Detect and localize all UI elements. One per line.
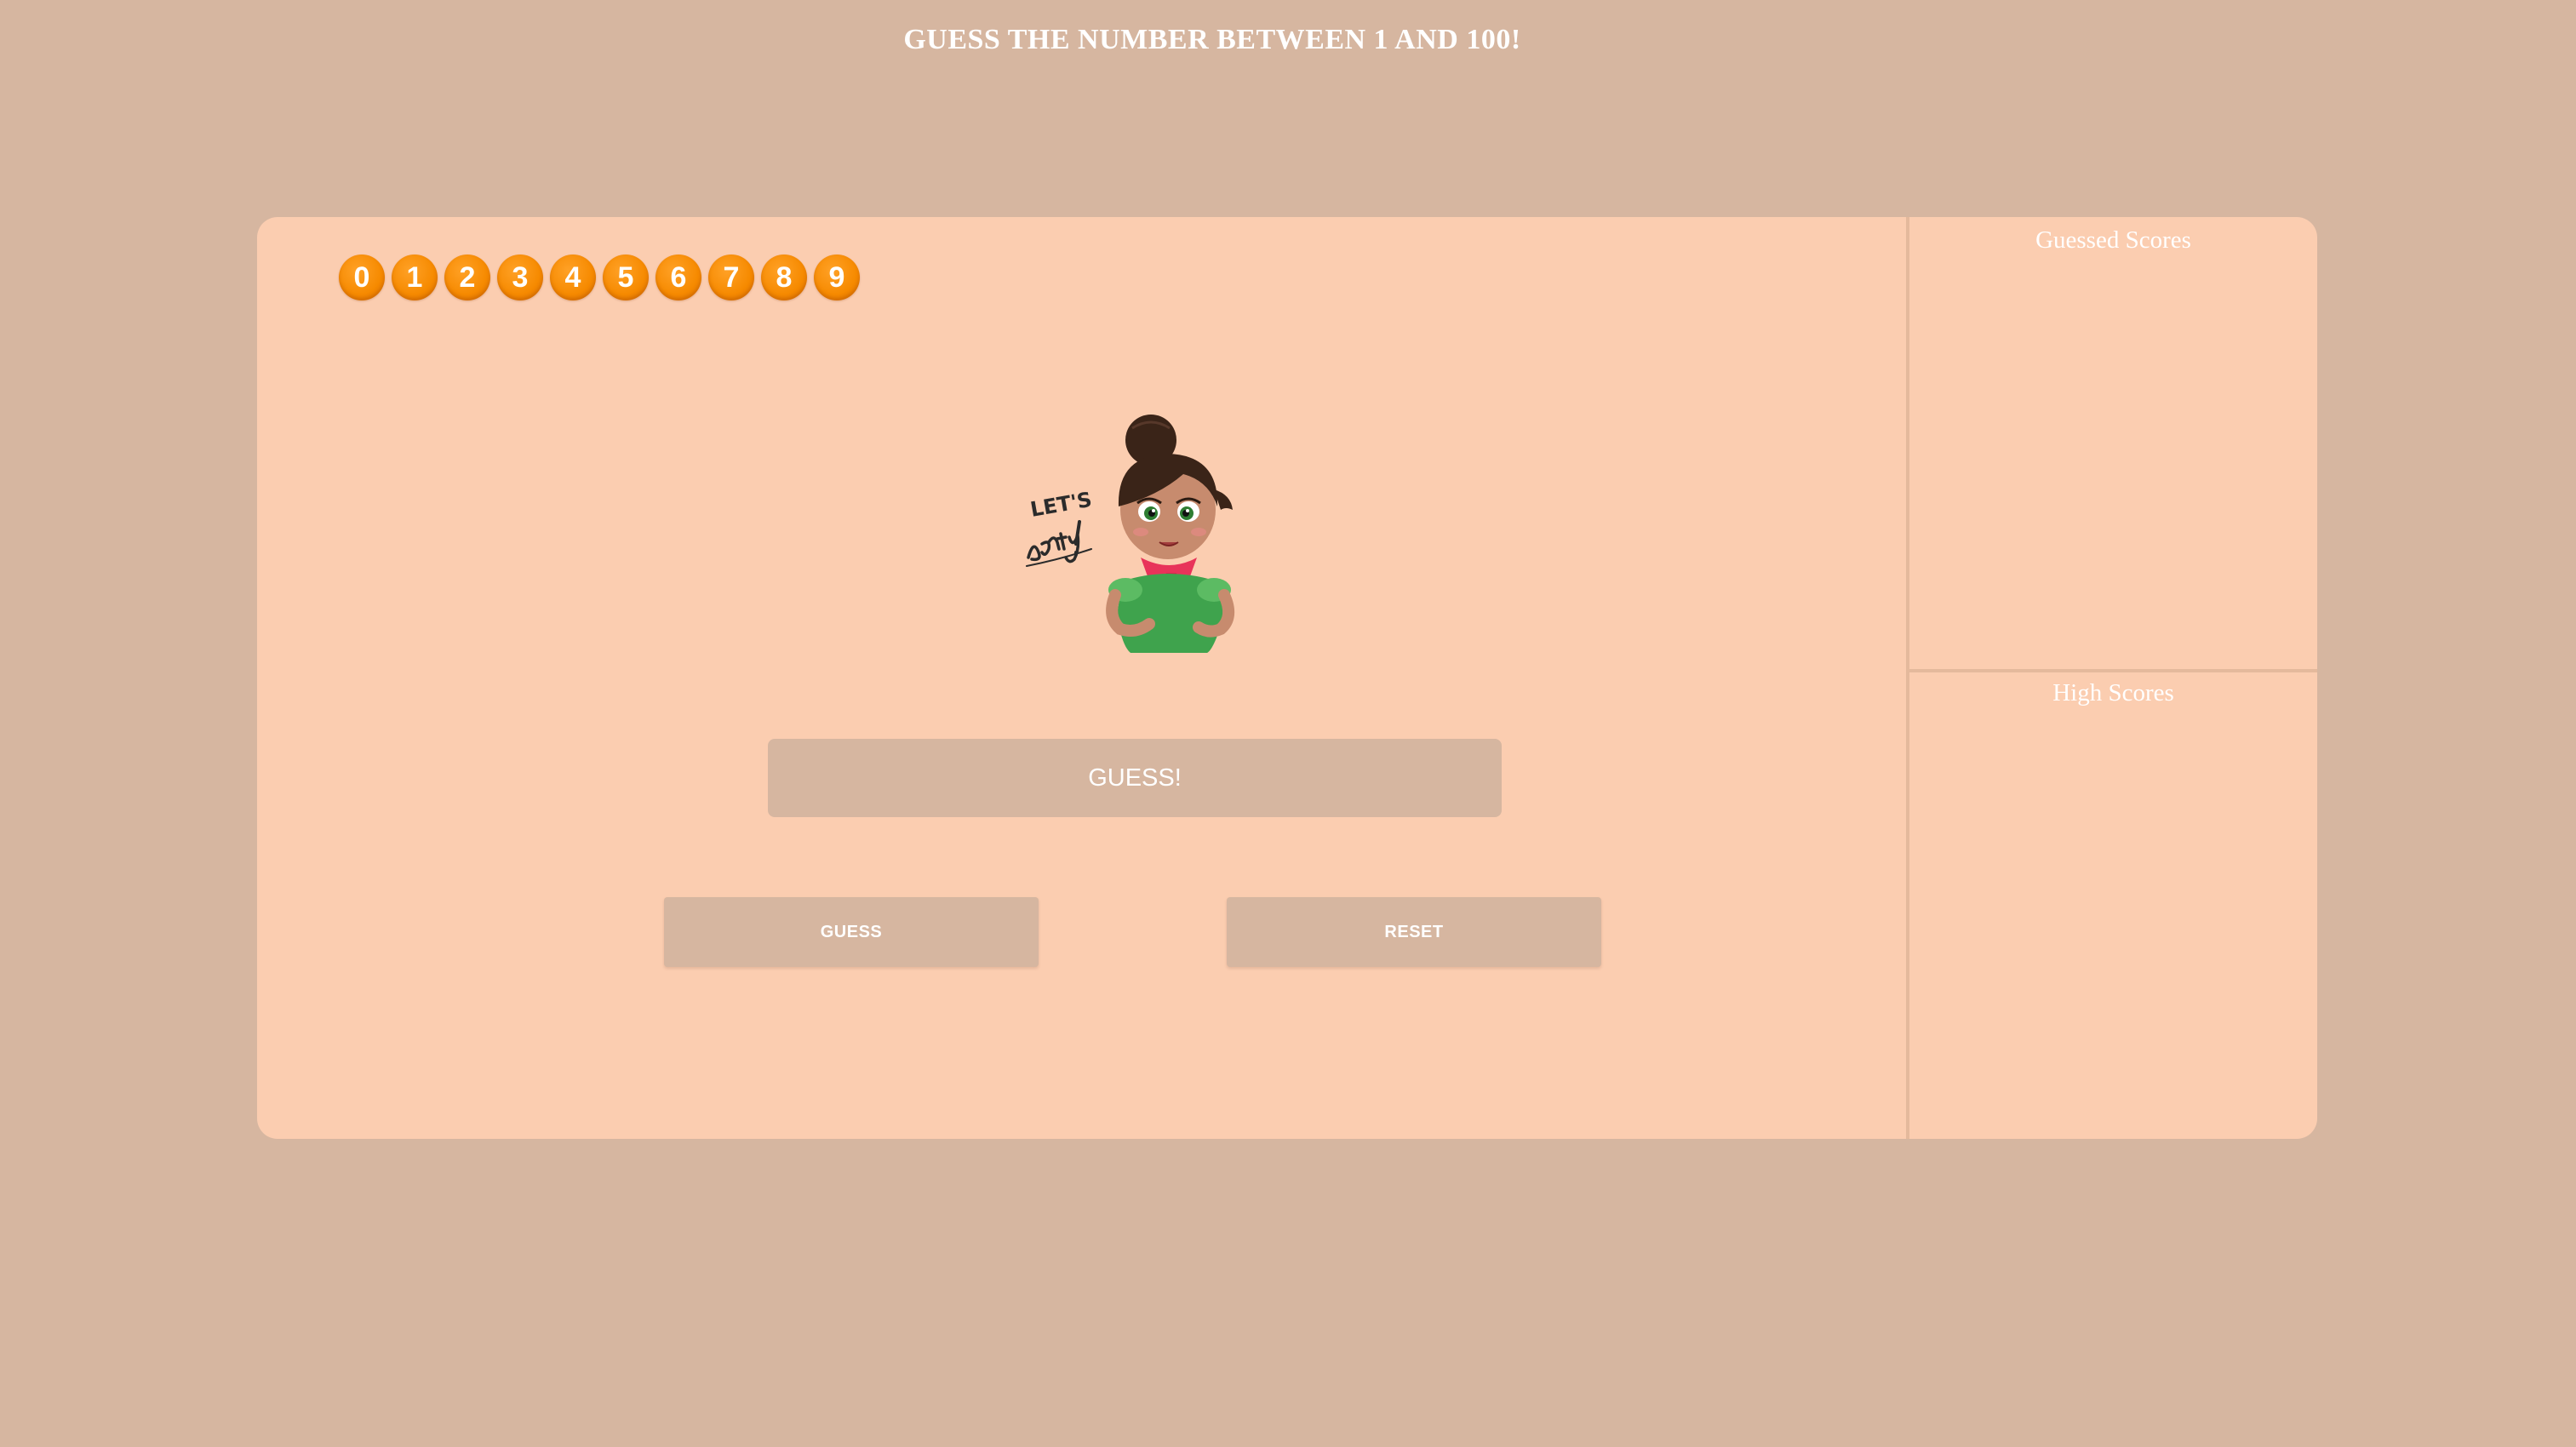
digit-button-5[interactable]: 5 bbox=[603, 255, 649, 300]
guessed-scores-title: Guessed Scores bbox=[2035, 226, 2191, 254]
svg-text:LET'S: LET'S bbox=[1028, 488, 1093, 522]
digit-button-3[interactable]: 3 bbox=[497, 255, 543, 300]
guess-display-field[interactable]: GUESS! bbox=[768, 739, 1502, 817]
digit-button-6[interactable]: 6 bbox=[655, 255, 701, 300]
digit-button-4[interactable]: 4 bbox=[550, 255, 596, 300]
digit-button-0[interactable]: 0 bbox=[339, 255, 385, 300]
game-card: 0 1 2 3 4 5 6 7 8 9 LET'S GUESS! GUESS R… bbox=[257, 217, 2317, 1139]
mascot-caption-lettering: LET'S bbox=[1026, 488, 1094, 567]
digit-button-8[interactable]: 8 bbox=[761, 255, 807, 300]
guess-button[interactable]: GUESS bbox=[664, 897, 1039, 967]
digit-button-7[interactable]: 7 bbox=[708, 255, 754, 300]
game-main-area: 0 1 2 3 4 5 6 7 8 9 LET'S GUESS! GUESS R… bbox=[257, 217, 1905, 1139]
digit-button-9[interactable]: 9 bbox=[814, 255, 860, 300]
high-scores-title: High Scores bbox=[2052, 679, 2174, 706]
high-scores-panel: High Scores bbox=[1909, 672, 2317, 1139]
page-title: GUESS THE NUMBER BETWEEN 1 AND 100! bbox=[903, 24, 1521, 55]
reset-button[interactable]: RESET bbox=[1227, 897, 1601, 967]
scores-side-panel: Guessed Scores High Scores bbox=[1906, 217, 2317, 1139]
party-girl-mascot: LET'S bbox=[1026, 415, 1235, 653]
digit-button-1[interactable]: 1 bbox=[392, 255, 438, 300]
guessed-scores-panel: Guessed Scores bbox=[1909, 217, 2317, 672]
digit-keypad: 0 1 2 3 4 5 6 7 8 9 bbox=[339, 255, 860, 300]
digit-button-2[interactable]: 2 bbox=[444, 255, 490, 300]
